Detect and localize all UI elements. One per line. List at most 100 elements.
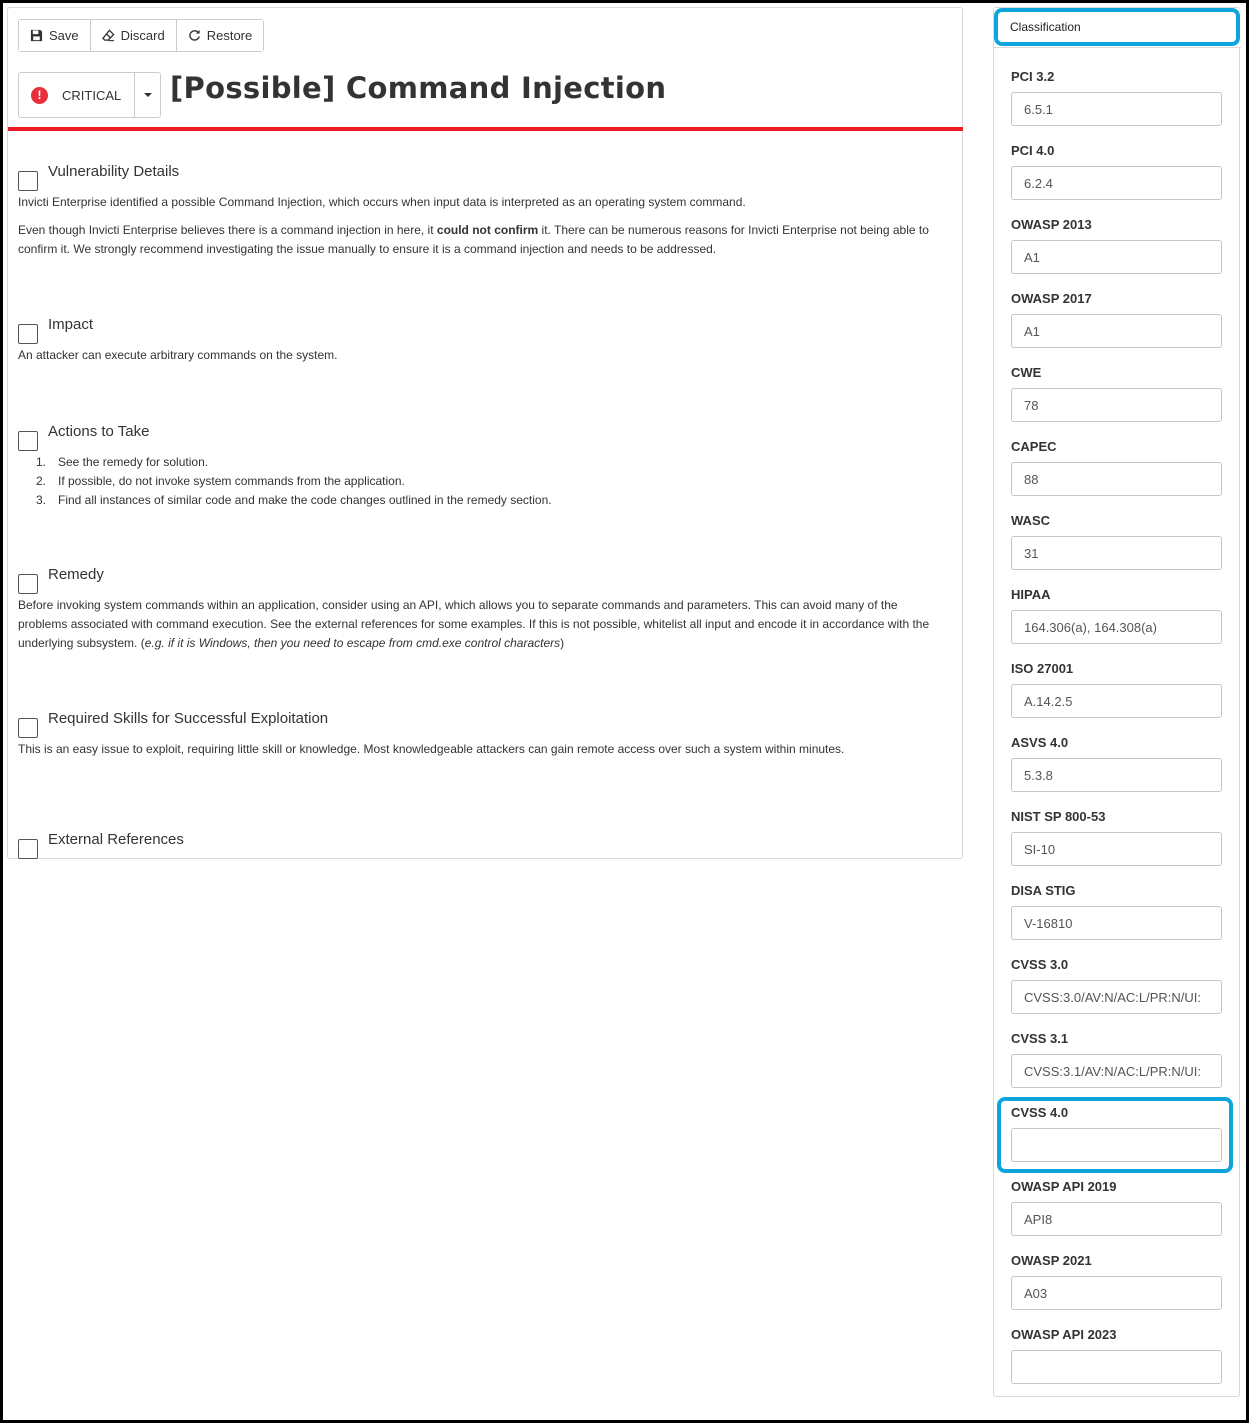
classification-header: Classification [994, 8, 1241, 48]
field-label-owasp-2013: OWASP 2013 [1011, 217, 1092, 232]
field-label-cvss-3-0: CVSS 3.0 [1011, 957, 1069, 972]
section-body: Invicti Enterprise identified a possible… [18, 193, 938, 259]
field-label-iso-27001: ISO 27001 [1011, 661, 1074, 676]
field-input-iso-27001[interactable] [1011, 684, 1222, 718]
classification-field: HIPAA [1011, 587, 1223, 644]
classification-panel: Classification PCI 3.2 PCI 4.0 OWASP 2013 O… [993, 7, 1241, 1397]
vuln-bold-text: could not confirm [436, 223, 539, 237]
field-input-pci-3-2[interactable] [1011, 92, 1222, 126]
classification-field: PCI 4.0 [1011, 143, 1223, 200]
step-number: 2. [36, 474, 47, 488]
field-input-hipaa[interactable] [1011, 610, 1222, 644]
field-label-pci-3-2: PCI 3.2 [1011, 69, 1055, 84]
field-input-capec[interactable] [1011, 462, 1222, 496]
exclamation-circle-icon: ! [31, 86, 48, 104]
section-title: Remedy [48, 566, 104, 583]
remedy-checkbox[interactable] [18, 574, 38, 594]
field-label-nist-sp-800-53: NIST SP 800-53 [1011, 809, 1106, 824]
severity-divider [8, 127, 963, 131]
save-icon [30, 29, 43, 42]
remedy-italic: e.g. if it is Windows, then you need to … [144, 636, 561, 650]
step-text: If possible, do not invoke system comman… [58, 474, 405, 488]
page-title: [Possible] Command Injection [170, 71, 667, 105]
section-impact: Impact An attacker can execute arbitrary… [18, 316, 938, 365]
field-label-pci-4-0: PCI 4.0 [1011, 143, 1055, 158]
field-input-owasp-2021[interactable] [1011, 1276, 1222, 1310]
classification-field: OWASP API 2023 [1011, 1327, 1223, 1384]
field-input-nist-sp-800-53[interactable] [1011, 832, 1222, 866]
step-text: See the remedy for solution. [58, 455, 209, 469]
severity-caret-button[interactable] [135, 73, 160, 117]
eraser-icon [101, 29, 115, 42]
restore-icon [189, 29, 200, 41]
restore-label: Restore [206, 28, 253, 43]
classification-field: CWE [1011, 365, 1223, 422]
step-number: 3. [36, 493, 47, 507]
classification-field: OWASP 2017 [1011, 291, 1223, 348]
list-item: 3. Find all instances of similar code and… [18, 491, 938, 510]
field-label-hipaa: HIPAA [1011, 587, 1051, 602]
section-vulnerability-details: Vulnerability Details Invicti Enterprise… [18, 163, 938, 268]
classification-field: CVSS 3.0 [1011, 957, 1223, 1014]
section-title: External References [48, 831, 184, 848]
classification-field: CVSS 3.1 [1011, 1031, 1223, 1088]
classification-field: CAPEC [1011, 439, 1223, 496]
vulnerability-details-checkbox[interactable] [18, 171, 38, 191]
field-label-cvss-3-1: CVSS 3.1 [1011, 1031, 1069, 1046]
references-checkbox[interactable] [18, 839, 38, 859]
field-input-asvs-4-0[interactable] [1011, 758, 1222, 792]
section-title: Required Skills for Successful Exploitat… [48, 710, 329, 727]
vuln-paragraph-2: Even though Invicti Enterprise believes … [18, 221, 938, 259]
skills-checkbox[interactable] [18, 718, 38, 738]
discard-label: Discard [120, 28, 165, 43]
field-label-asvs-4-0: ASVS 4.0 [1011, 735, 1069, 750]
field-input-pci-4-0[interactable] [1011, 166, 1222, 200]
issue-detail-panel: Save Discard Restore ! CRITICAL [Possibl… [7, 7, 963, 859]
field-input-owasp-api-2023[interactable] [1011, 1350, 1222, 1384]
field-input-wasc[interactable] [1011, 536, 1222, 570]
list-item: 2. If possible, do not invoke system comm… [18, 472, 938, 491]
remedy-close: ) [560, 636, 565, 650]
section-external-references: External References [18, 831, 938, 859]
vuln-paragraph-1: Invicti Enterprise identified a possible… [18, 195, 746, 209]
classification-field: WASC [1011, 513, 1223, 570]
field-input-owasp-2017[interactable] [1011, 314, 1222, 348]
section-title: Vulnerability Details [48, 163, 180, 180]
classification-field: ASVS 4.0 [1011, 735, 1223, 792]
field-label-cvss-4-0: CVSS 4.0 [1011, 1105, 1069, 1120]
field-input-cwe[interactable] [1011, 388, 1222, 422]
classification-field: NIST SP 800-53 [1011, 809, 1223, 866]
severity-dropdown: ! CRITICAL [18, 72, 162, 118]
list-item: 1. See the remedy for solution. [18, 453, 938, 472]
field-input-owasp-2013[interactable] [1011, 240, 1222, 274]
classification-field: OWASP 2013 [1011, 217, 1223, 274]
field-label-disa-stig: DISA STIG [1011, 883, 1076, 898]
section-required-skills: Required Skills for Successful Exploitat… [18, 710, 938, 759]
restore-button[interactable]: Restore [176, 20, 264, 51]
field-input-cvss-3-0[interactable] [1011, 980, 1222, 1014]
field-input-owasp-api-2019[interactable] [1011, 1202, 1222, 1236]
severity-button[interactable]: ! CRITICAL [19, 73, 136, 117]
section-title: Impact [48, 316, 94, 333]
toolbar: Save Discard Restore [18, 19, 265, 52]
save-button[interactable]: Save [19, 20, 91, 51]
step-text: Find all instances of similar code and m… [58, 493, 552, 507]
impact-checkbox[interactable] [18, 324, 38, 344]
field-label-owasp-2021: OWASP 2021 [1011, 1253, 1092, 1268]
field-label-capec: CAPEC [1011, 439, 1057, 454]
field-input-disa-stig[interactable] [1011, 906, 1222, 940]
classification-field: DISA STIG [1011, 883, 1223, 940]
section-remedy: Remedy Before invoking system commands w… [18, 566, 938, 653]
field-input-cvss-4-0[interactable] [1011, 1128, 1222, 1162]
section-actions-to-take: Actions to Take 1. See the remedy for sol… [18, 423, 938, 510]
step-number: 1. [36, 455, 47, 469]
field-label-cwe: CWE [1011, 365, 1042, 380]
impact-text: An attacker can execute arbitrary comman… [18, 348, 338, 362]
actions-checkbox[interactable] [18, 431, 38, 451]
discard-button[interactable]: Discard [90, 20, 177, 51]
severity-label: CRITICAL [62, 87, 122, 103]
chevron-down-icon [143, 93, 152, 97]
field-input-cvss-3-1[interactable] [1011, 1054, 1222, 1088]
field-label-wasc: WASC [1011, 513, 1050, 528]
classification-field: PCI 3.2 [1011, 69, 1223, 126]
